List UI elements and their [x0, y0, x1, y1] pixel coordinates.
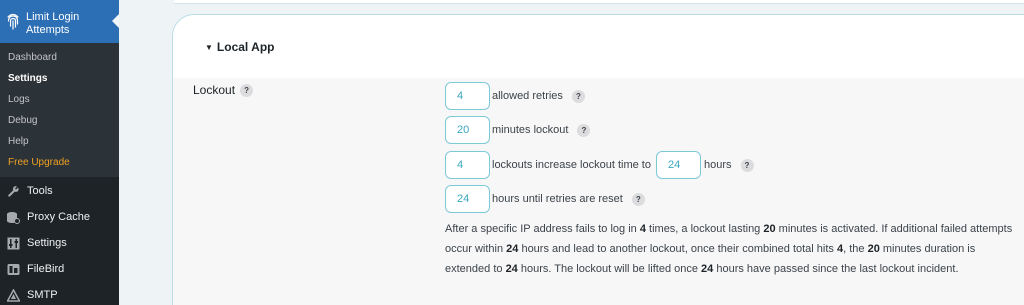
- top-card-edge: [174, 0, 1024, 4]
- sidebar-item-tools[interactable]: Tools: [0, 178, 119, 204]
- lockout-label-text: Lockout: [193, 83, 236, 97]
- desc-text: hours and lead to another lockout, once …: [518, 243, 837, 255]
- minutes-lockout-label: minutes lockout: [492, 124, 569, 136]
- lockouts-increase-label: lockouts increase lockout time to: [492, 159, 651, 171]
- desc-value: 24: [505, 263, 518, 275]
- active-notch: [112, 14, 119, 28]
- fingerprint-icon: [7, 13, 19, 30]
- submenu-settings[interactable]: Settings: [8, 73, 47, 84]
- wrench-icon: [6, 184, 20, 198]
- database-icon: [6, 210, 20, 224]
- sidebar-item-smtp[interactable]: SMTP: [0, 282, 119, 305]
- submenu-dashboard[interactable]: Dashboard: [8, 52, 57, 63]
- allowed-retries-label: allowed retries: [492, 90, 563, 102]
- sidebar-label-smtp: SMTP: [27, 289, 58, 301]
- sidebar-label-proxy-cache: Proxy Cache: [27, 211, 90, 223]
- sidebar-item-proxy-cache[interactable]: Proxy Cache: [0, 204, 119, 230]
- help-icon[interactable]: ?: [240, 83, 254, 97]
- submenu-free-upgrade[interactable]: Free Upgrade: [8, 157, 70, 168]
- help-icon[interactable]: ?: [631, 192, 645, 206]
- help-icon[interactable]: ?: [571, 89, 585, 103]
- submenu-logs[interactable]: Logs: [8, 94, 30, 105]
- desc-value: 24: [701, 263, 714, 275]
- sliders-icon: [6, 236, 20, 250]
- sidebar-label-tools: Tools: [27, 185, 53, 197]
- submenu-debug[interactable]: Debug: [8, 115, 37, 126]
- sidebar-item-settings[interactable]: Settings: [0, 230, 119, 256]
- lockout-hours-label: hours: [703, 159, 732, 171]
- main-content: ▼ Local App Lockout ? 4 allowed retries …: [119, 0, 1024, 305]
- lockouts-increase-input[interactable]: 4: [445, 151, 490, 179]
- admin-sidebar: Limit Login Attempts Dashboard Settings …: [0, 0, 119, 305]
- retries-reset-row: 24 hours until retries are reset ?: [445, 185, 645, 213]
- desc-text: , the: [843, 243, 868, 255]
- lockout-hours-input[interactable]: 24: [655, 151, 701, 179]
- folder-icon: [6, 262, 20, 276]
- minutes-lockout-input[interactable]: 20: [445, 116, 490, 144]
- retries-reset-input[interactable]: 24: [445, 185, 490, 213]
- triangle-icon: [6, 288, 20, 302]
- help-icon[interactable]: ?: [577, 123, 591, 137]
- desc-text: hours have passed since the last lockout…: [713, 263, 959, 275]
- lockout-label: Lockout ?: [193, 83, 254, 97]
- desc-value: 20: [763, 223, 776, 235]
- caret-down-icon: ▼: [205, 42, 213, 52]
- desc-text: hours. The lockout will be lifted once: [517, 263, 702, 275]
- minutes-lockout-row: 20 minutes lockout ?: [445, 116, 591, 144]
- plugin-submenu: Dashboard Settings Logs Debug Help Free …: [0, 43, 119, 177]
- desc-text: After a specific IP address fails to log…: [445, 223, 640, 235]
- desc-value: 24: [506, 243, 519, 255]
- lockout-description: After a specific IP address fails to log…: [445, 219, 1015, 279]
- plugin-title: Limit Login Attempts: [26, 11, 80, 36]
- sidebar-label-filebird: FileBird: [27, 263, 65, 275]
- allowed-retries-row: 4 allowed retries ?: [445, 82, 585, 110]
- sidebar-label-settings: Settings: [27, 237, 67, 249]
- desc-value: 20: [867, 243, 880, 255]
- retries-reset-label: hours until retries are reset: [492, 193, 623, 205]
- submenu-help[interactable]: Help: [8, 136, 29, 147]
- section-header-local-app[interactable]: ▼ Local App: [205, 40, 274, 54]
- sidebar-item-filebird[interactable]: FileBird: [0, 256, 119, 282]
- allowed-retries-input[interactable]: 4: [445, 82, 490, 110]
- desc-text: times, a lockout lasting: [645, 223, 764, 235]
- section-title: Local App: [216, 40, 275, 54]
- help-icon[interactable]: ?: [740, 158, 754, 172]
- sidebar-item-limit-login-attempts[interactable]: Limit Login Attempts: [0, 0, 119, 43]
- lockouts-increase-row: 4 lockouts increase lockout time to 24 h…: [445, 151, 754, 179]
